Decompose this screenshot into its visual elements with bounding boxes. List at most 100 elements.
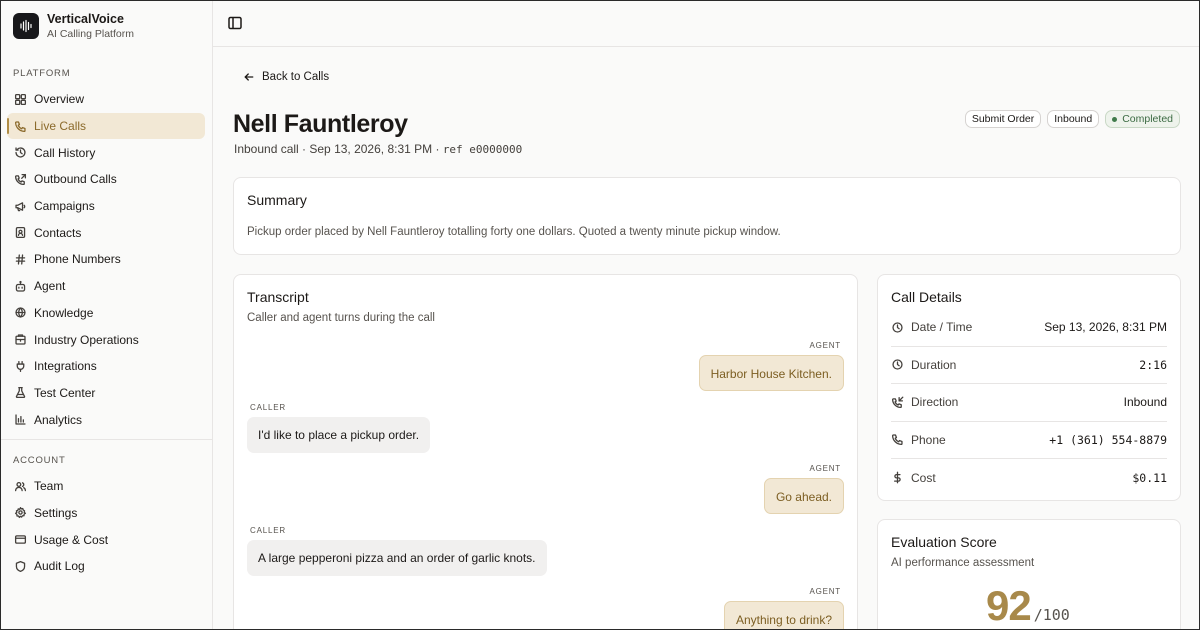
sidebar-item-label: Outbound Calls (34, 172, 117, 187)
sidebar-item-phone-numbers[interactable]: Phone Numbers (7, 246, 205, 273)
evaluation-card: Evaluation Score AI performance assessme… (877, 519, 1181, 630)
sidebar-item-outbound-calls[interactable]: Outbound Calls (7, 166, 205, 193)
status-badge[interactable]: Completed (1105, 110, 1180, 128)
sidebar-item-label: Test Center (34, 385, 96, 400)
detail-value: Inbound (1123, 395, 1167, 410)
phone-outgoing-icon (14, 173, 27, 185)
caller-turn-label: CALLER (250, 403, 286, 412)
arrow-left-icon (244, 73, 254, 81)
sidebar-item-label: Usage & Cost (34, 532, 109, 547)
detail-label: Duration (911, 357, 957, 372)
summary-card: Summary Pickup order placed by Nell Faun… (233, 177, 1181, 255)
sidebar-item-label: Settings (34, 505, 78, 520)
sidebar-item-label: Analytics (34, 412, 83, 427)
sidebar-item-analytics[interactable]: Analytics (7, 406, 205, 433)
panel-left-icon (228, 16, 242, 30)
sidebar-item-test-center[interactable]: Test Center (7, 380, 205, 407)
agent-message: Go ahead. (763, 478, 844, 514)
building-icon (15, 334, 26, 345)
sidebar-item-call-history[interactable]: Call History (7, 139, 205, 166)
platform-section-label: PLATFORM (13, 68, 71, 79)
caller-message: I'd like to place a pickup order. (247, 417, 431, 453)
grid-icon (14, 93, 27, 105)
back-label: Back to Calls (262, 71, 330, 83)
shield-icon (15, 560, 26, 572)
sidebar-item-team[interactable]: Team (7, 473, 205, 500)
status-dot-icon (1112, 116, 1118, 122)
sidebar-item-label: Industry Operations (34, 332, 139, 347)
score-max: /100 (1033, 606, 1070, 624)
detail-value: +1 (361) 554-8879 (1049, 432, 1167, 447)
call-details-card: Call Details Date / Time Sep 13, 2026, 8… (877, 274, 1181, 501)
score-value: 92 (986, 582, 1032, 629)
bar-chart-icon (15, 414, 26, 425)
flask-icon (15, 387, 26, 399)
dollar-icon (894, 471, 901, 484)
transcript-card: Transcript Caller and agent turns during… (233, 274, 858, 630)
detail-row-date-time: Date / Time Sep 13, 2026, 8:31 PM (891, 309, 1167, 347)
credit-card-icon (14, 535, 27, 544)
detail-row-direction: Direction Inbound (891, 384, 1167, 422)
globe-icon (15, 307, 26, 318)
sidebar-item-industry-operations[interactable]: Industry Operations (7, 326, 205, 353)
main-content: Back to Calls Nell Fauntleroy Inbound ca… (213, 47, 1200, 630)
back-to-calls-link[interactable]: Back to Calls (243, 71, 329, 83)
transcript-description: Caller and agent turns during the call (247, 312, 435, 324)
sidebar-item-label: Call History (34, 145, 96, 160)
sidebar-item-overview[interactable]: Overview (7, 86, 205, 113)
page-title: Nell Fauntleroy (233, 110, 408, 138)
detail-row-phone: Phone +1 (361) 554-8879 (891, 422, 1167, 459)
agent-message: Harbor House Kitchen. (698, 355, 844, 391)
sidebar-item-integrations[interactable]: Integrations (7, 353, 205, 380)
clock-icon (892, 322, 903, 333)
call-details-title: Call Details (891, 289, 962, 305)
brand-subtitle: AI Calling Platform (47, 27, 134, 40)
contact-card-icon (15, 227, 26, 239)
megaphone-icon (15, 201, 26, 211)
phone-incoming-icon (891, 396, 904, 408)
sidebar-item-contacts[interactable]: Contacts (7, 219, 205, 246)
call-badges: Submit Order Inbound Completed (964, 110, 1180, 128)
detail-row-duration: Duration 2:16 (891, 347, 1167, 384)
caller-turn-label: CALLER (250, 526, 286, 535)
brand[interactable]: VerticalVoice AI Calling Platform (0, 0, 212, 52)
topbar (213, 0, 1200, 47)
summary-text: Pickup order placed by Nell Fauntleroy t… (247, 226, 781, 238)
voice-waveform-icon (13, 13, 39, 39)
call-type-badge[interactable]: Submit Order (964, 110, 1042, 128)
sidebar-item-label: Knowledge (34, 305, 94, 320)
evaluation-description: AI performance assessment (891, 557, 1035, 569)
detail-value: 2:16 (1139, 357, 1167, 372)
detail-value: $0.11 (1132, 470, 1167, 485)
sidebar-item-audit-log[interactable]: Audit Log (7, 553, 205, 580)
agent-turn-label: AGENT (809, 464, 841, 473)
caller-message: A large pepperoni pizza and an order of … (247, 540, 547, 576)
sidebar-item-label: Team (34, 479, 64, 494)
sidebar-item-agent[interactable]: Agent (7, 273, 205, 300)
sidebar-item-label: Overview (34, 92, 85, 107)
sidebar-toggle-button[interactable] (227, 15, 243, 31)
call-meta: Inbound call · Sep 13, 2026, 8:31 PM · r… (234, 142, 522, 156)
sidebar-item-knowledge[interactable]: Knowledge (7, 300, 205, 327)
sidebar-item-campaigns[interactable]: Campaigns (7, 193, 205, 220)
direction-badge[interactable]: Inbound (1047, 110, 1100, 128)
phone-icon (14, 120, 26, 132)
clock-icon (892, 359, 903, 370)
detail-row-cost: Cost $0.11 (891, 459, 1167, 497)
detail-label: Phone (911, 432, 946, 447)
sidebar-divider (0, 438, 212, 440)
sidebar-item-usage-cost[interactable]: Usage & Cost (7, 526, 205, 553)
sidebar-item-label: Audit Log (34, 559, 85, 574)
sidebar-item-live-calls[interactable]: Live Calls (7, 112, 205, 140)
sidebar-item-settings[interactable]: Settings (7, 500, 205, 527)
evaluation-title: Evaluation Score (891, 534, 997, 550)
call-ref: ref e0000000 (442, 143, 523, 156)
detail-value: Sep 13, 2026, 8:31 PM (1044, 320, 1167, 335)
call-meta-text: Inbound call · Sep 13, 2026, 8:31 PM · (234, 142, 443, 156)
history-icon (15, 147, 26, 158)
sidebar-item-label: Campaigns (34, 199, 95, 214)
plug-icon (16, 360, 25, 372)
sidebar-item-label: Integrations (34, 359, 97, 374)
sidebar-item-label: Live Calls (34, 119, 87, 134)
evaluation-score: 92 /100 (986, 582, 1070, 630)
